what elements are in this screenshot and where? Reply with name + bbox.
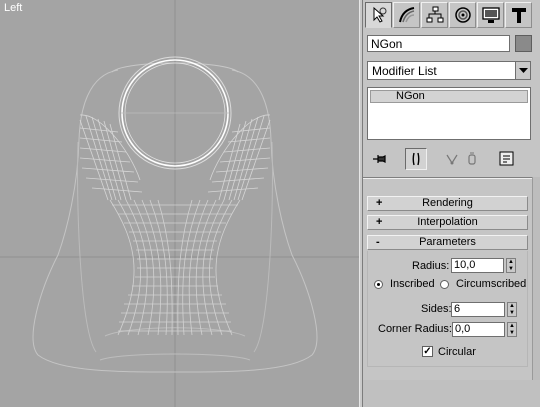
show-end-result-icon [412,152,420,166]
object-color-swatch[interactable] [515,35,532,52]
command-panel: NGon Modifier List NGon Rendering + Inte… [363,0,540,407]
radius-label: Radius: [412,260,450,272]
dropdown-arrow-icon[interactable] [515,62,530,79]
configure-sets-icon [499,151,514,166]
spinner-up-icon: ▲ [508,259,514,266]
configure-modifier-sets-button[interactable] [496,148,518,170]
remove-modifier-icon [468,152,476,165]
panel-scrollbar[interactable] [532,177,540,405]
rollout-parameters[interactable]: Parameters - [367,235,528,250]
modifier-stack[interactable]: NGon [367,87,531,140]
hierarchy-icon [426,6,443,23]
panel-separator [363,177,540,179]
stack-item-label: NGon [396,90,425,102]
radius-spinner[interactable]: ▲ ▼ [506,258,516,273]
spinner-up-icon: ▲ [509,303,515,310]
corner-radius-label: Corner Radius: [378,323,452,335]
tab-create[interactable] [365,2,392,28]
rollout-rendering[interactable]: Rendering + [367,196,528,211]
create-pointer-icon [373,6,386,23]
remove-modifier-button[interactable] [461,148,483,170]
circular-checkbox[interactable]: ✓ [422,346,433,357]
tab-motion[interactable] [449,2,476,28]
panel-bottom-strip [363,380,540,407]
radius-field[interactable]: 10,0 [451,258,504,273]
spinner-down-icon: ▼ [508,265,514,272]
left-viewport[interactable]: Left [0,0,359,407]
spinner-up-icon: ▲ [509,323,515,330]
tab-utilities[interactable] [505,2,532,28]
display-monitor-icon [481,7,500,23]
make-unique-icon [446,154,458,165]
corner-radius-field[interactable]: 0,0 [452,322,505,337]
stack-item-ngon[interactable]: NGon [370,90,528,103]
command-panel-tabs [365,2,538,29]
rollout-rendering-title: Rendering [422,197,473,209]
collapse-minus-icon: - [376,236,380,248]
inscribed-label: Inscribed [390,278,435,290]
expand-plus-icon: + [376,197,383,209]
sides-field[interactable]: 6 [451,302,505,317]
circular-label: Circular [438,346,476,358]
corner-radius-spinner[interactable]: ▲ ▼ [507,322,517,337]
sides-spinner[interactable]: ▲ ▼ [507,302,517,317]
utilities-hammer-icon [511,8,526,23]
tab-modify[interactable] [393,2,420,28]
tab-hierarchy[interactable] [421,2,448,28]
stack-toolbar [369,148,534,170]
show-end-result-button[interactable] [405,148,427,170]
checkmark-icon: ✓ [423,346,432,357]
tab-display[interactable] [477,2,504,28]
modifier-list-label: Modifier List [372,64,437,78]
make-unique-button[interactable] [441,148,463,170]
rollout-interpolation[interactable]: Interpolation + [367,215,528,230]
modifier-list-dropdown[interactable]: Modifier List [367,61,531,80]
motion-icon [454,7,471,23]
rollout-interpolation-title: Interpolation [417,216,478,228]
pin-stack-button[interactable] [369,148,391,170]
viewport-label[interactable]: Left [4,2,22,14]
modify-bend-icon [398,7,414,23]
spinner-down-icon: ▼ [509,309,515,316]
spinner-down-icon: ▼ [509,329,515,336]
expand-plus-icon: + [376,216,383,228]
radio-selected-dot [377,283,380,286]
inscribed-radio[interactable] [374,280,383,289]
sides-label: Sides: [421,303,452,315]
object-name-field[interactable]: NGon [367,35,510,52]
circumscribed-label: Circumscribed [456,278,527,290]
rollout-parameters-title: Parameters [419,236,476,248]
viewport-wireframe [0,0,359,407]
pin-stack-icon [373,155,386,163]
circumscribed-radio[interactable] [440,280,449,289]
